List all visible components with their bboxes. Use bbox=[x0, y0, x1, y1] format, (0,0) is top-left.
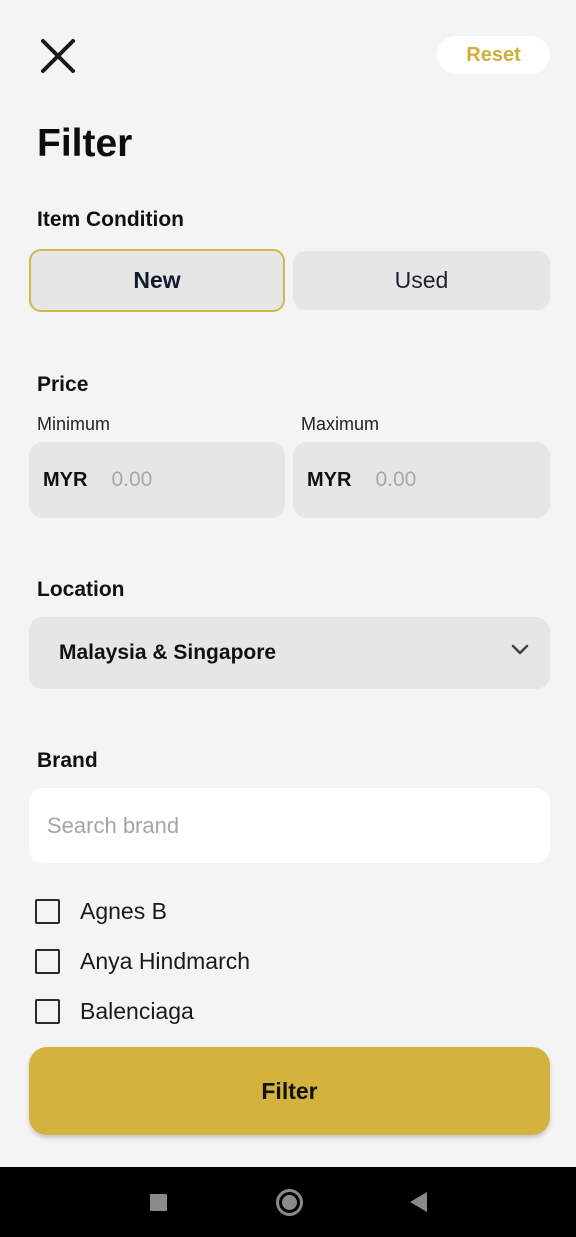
home-icon[interactable] bbox=[276, 1189, 303, 1216]
recent-apps-icon[interactable] bbox=[150, 1194, 167, 1211]
brand-checkbox[interactable] bbox=[35, 898, 60, 924]
price-label: Price bbox=[37, 373, 89, 396]
brand-item[interactable]: Agnes B bbox=[35, 896, 167, 926]
close-button[interactable] bbox=[34, 32, 82, 80]
currency-label: MYR bbox=[43, 468, 88, 491]
price-minimum-input[interactable] bbox=[111, 468, 252, 492]
filter-screen: Reset Filter Item Condition New Used Pri… bbox=[0, 0, 576, 1237]
filter-button[interactable]: Filter bbox=[29, 1047, 550, 1135]
brand-checkbox[interactable] bbox=[35, 998, 60, 1024]
price-minimum-field[interactable]: MYR bbox=[29, 442, 285, 518]
location-label: Location bbox=[37, 578, 125, 601]
brand-search-field[interactable] bbox=[29, 788, 550, 863]
currency-label: MYR bbox=[307, 468, 352, 491]
system-nav-bar bbox=[0, 1167, 576, 1237]
brand-item[interactable]: Balenciaga bbox=[35, 996, 194, 1026]
brand-label: Brand bbox=[37, 749, 98, 772]
condition-used-button[interactable]: Used bbox=[293, 251, 550, 310]
chevron-down-icon bbox=[511, 644, 529, 655]
reset-button[interactable]: Reset bbox=[437, 36, 550, 74]
price-maximum-field[interactable]: MYR bbox=[293, 442, 550, 518]
price-maximum-input[interactable] bbox=[375, 468, 516, 492]
close-icon bbox=[41, 39, 75, 73]
brand-item[interactable]: Anya Hindmarch bbox=[35, 946, 250, 976]
back-icon[interactable] bbox=[410, 1192, 427, 1212]
brand-checkbox[interactable] bbox=[35, 948, 60, 974]
location-select[interactable]: Malaysia & Singapore bbox=[29, 617, 550, 689]
brand-item-label: Anya Hindmarch bbox=[80, 947, 251, 974]
brand-item-label: Agnes B bbox=[80, 897, 167, 924]
price-maximum-label: Maximum bbox=[301, 414, 380, 434]
brand-search-input[interactable] bbox=[47, 812, 527, 839]
condition-new-button[interactable]: New bbox=[29, 249, 285, 312]
location-selected-value: Malaysia & Singapore bbox=[59, 641, 277, 664]
brand-item-label: Balenciaga bbox=[80, 997, 194, 1024]
price-minimum-label: Minimum bbox=[37, 414, 111, 434]
page-title: Filter bbox=[37, 122, 133, 165]
item-condition-label: Item Condition bbox=[37, 208, 184, 231]
